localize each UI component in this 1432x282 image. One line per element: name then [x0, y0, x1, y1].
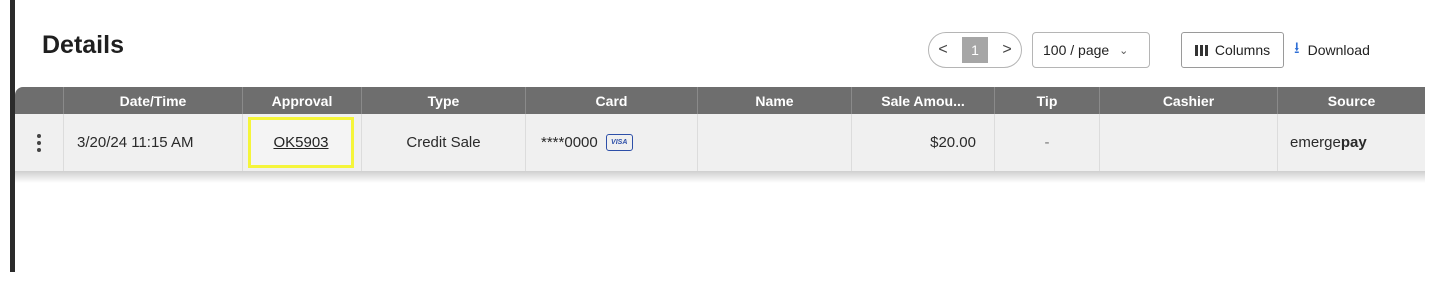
column-header-datetime[interactable]: Date/Time	[63, 87, 242, 114]
columns-button[interactable]: Columns	[1181, 32, 1284, 68]
column-header-approval[interactable]: Approval	[242, 87, 361, 114]
columns-label: Columns	[1214, 42, 1271, 58]
cell-card: ****0000 VISA	[525, 114, 697, 171]
cell-cashier	[1099, 114, 1277, 171]
next-page-button[interactable]: >	[999, 41, 1015, 59]
details-table: Date/Time Approval Type Card Name Sale A…	[15, 87, 1425, 183]
cell-datetime: 3/20/24 11:15 AM	[63, 114, 242, 171]
table-shadow	[15, 171, 1425, 183]
chevron-down-icon: ⌄	[1119, 44, 1129, 57]
column-header-tip[interactable]: Tip	[994, 87, 1099, 114]
column-header-cashier[interactable]: Cashier	[1099, 87, 1277, 114]
cell-tip: -	[994, 114, 1099, 171]
page-size-select[interactable]: 100 / page ⌄	[1032, 32, 1150, 68]
column-header-card[interactable]: Card	[525, 87, 697, 114]
approval-highlight: OK5903	[248, 117, 354, 168]
page-title: Details	[42, 31, 124, 59]
cell-name	[697, 114, 851, 171]
current-page[interactable]: 1	[962, 37, 988, 63]
table-row: 3/20/24 11:15 AM OK5903 Credit Sale ****…	[15, 114, 1425, 171]
cell-sale-amount: $20.00	[851, 114, 994, 171]
column-header-type[interactable]: Type	[361, 87, 525, 114]
cell-approval: OK5903	[242, 114, 361, 171]
columns-icon	[1194, 44, 1208, 56]
approval-link[interactable]: OK5903	[273, 134, 328, 151]
visa-card-icon: VISA	[605, 134, 633, 151]
row-actions-menu[interactable]	[15, 114, 63, 171]
source-suffix: pay	[1340, 134, 1367, 151]
column-header-actions	[15, 87, 63, 114]
cell-source: emerge pay	[1277, 114, 1425, 171]
kebab-menu-icon	[37, 133, 41, 152]
download-label: Download	[1307, 42, 1370, 58]
source-prefix: emerge	[1290, 134, 1341, 151]
prev-page-button[interactable]: <	[935, 41, 951, 59]
pagination: < 1 >	[928, 32, 1022, 68]
download-button[interactable]: ⭳ Download	[1294, 32, 1370, 68]
download-icon: ⭳	[1294, 39, 1300, 57]
cell-type: Credit Sale	[361, 114, 525, 171]
table-header: Date/Time Approval Type Card Name Sale A…	[15, 87, 1425, 114]
page-size-value: 100 / page	[1043, 42, 1110, 58]
column-header-sale-amount[interactable]: Sale Amou...	[851, 87, 994, 114]
column-header-name[interactable]: Name	[697, 87, 851, 114]
column-header-source[interactable]: Source	[1277, 87, 1425, 114]
card-number: ****0000	[541, 134, 598, 151]
